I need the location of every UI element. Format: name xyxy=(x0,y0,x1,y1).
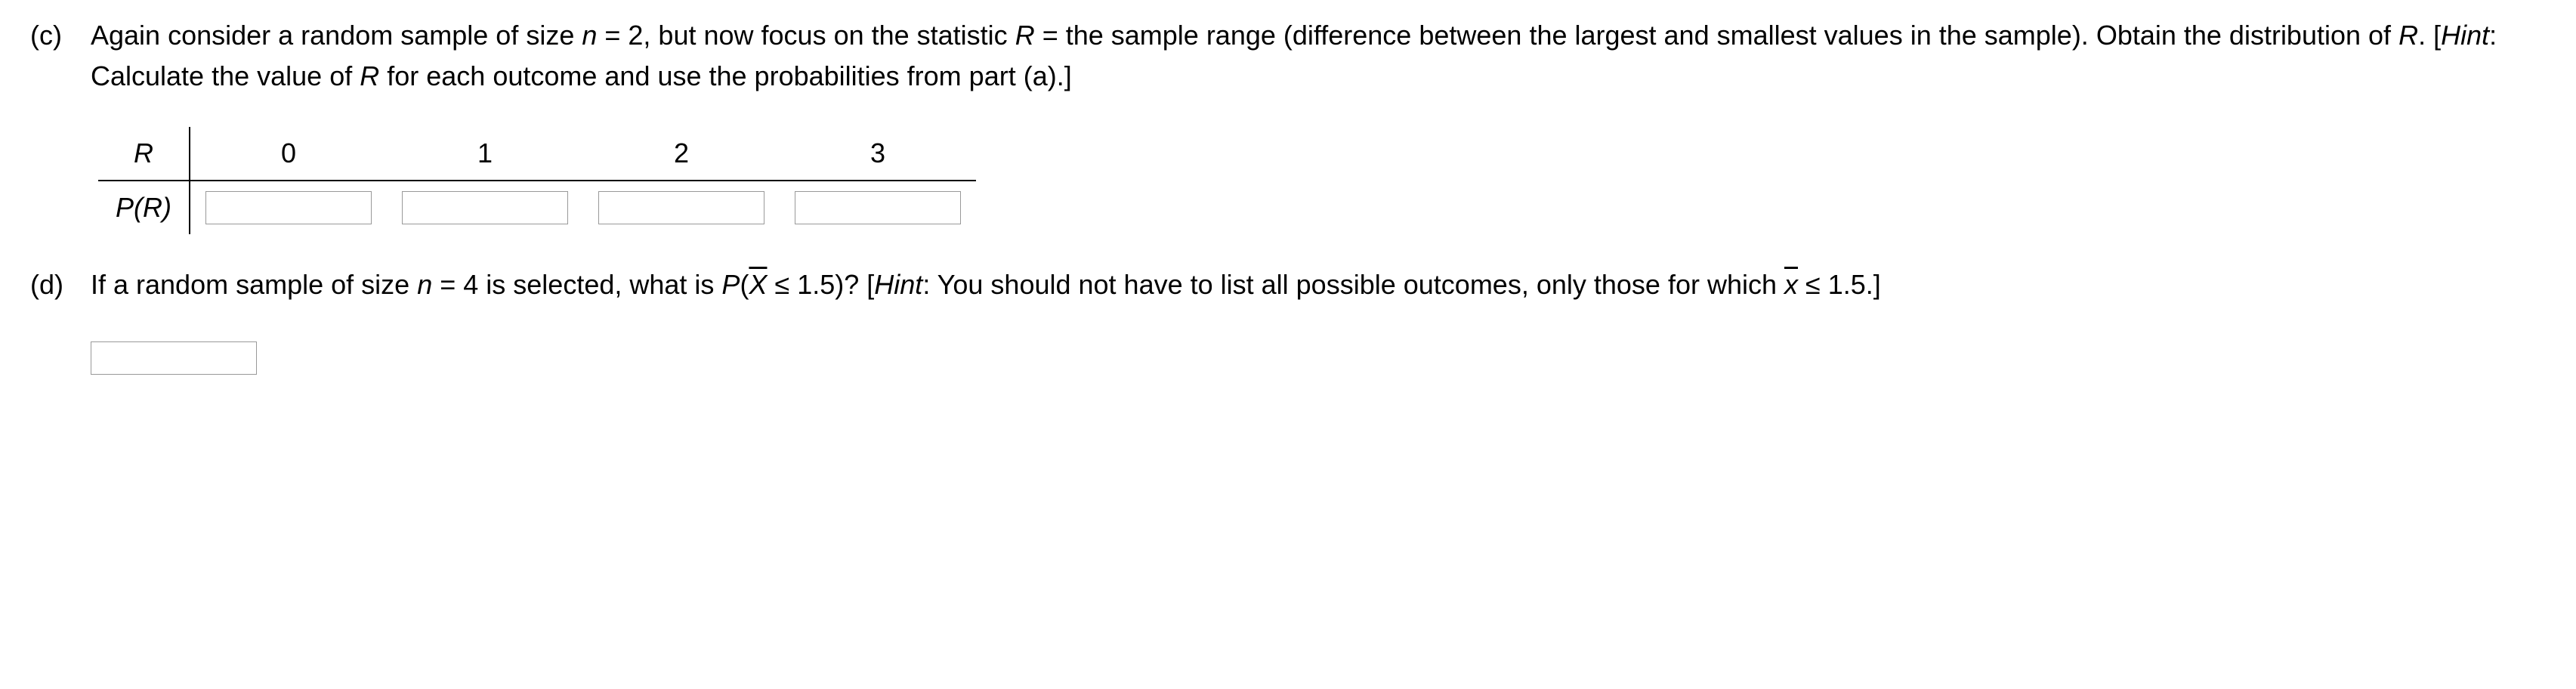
hint-label: Hint xyxy=(2441,20,2489,51)
var-n: n xyxy=(417,269,432,300)
answer-input-row xyxy=(91,335,2546,376)
var-xbar: x xyxy=(1784,269,1798,300)
var-R: R xyxy=(2398,20,2418,51)
header-cell-0: 0 xyxy=(190,127,387,180)
problem-c-prompt: Again consider a random sample of size n… xyxy=(91,15,2546,97)
pr-input-1[interactable] xyxy=(402,191,568,224)
row-label-PR: P(R) xyxy=(98,181,190,234)
problem-c-label: (c) xyxy=(30,15,91,56)
text: ≤ 1.5.] xyxy=(1798,269,1881,300)
problem-c-content: Again consider a random sample of size n… xyxy=(91,15,2546,234)
pr-input-2[interactable] xyxy=(598,191,764,224)
var-Xbar: X xyxy=(749,269,767,300)
input-cell-0 xyxy=(190,184,387,232)
header-cell-3: 3 xyxy=(780,127,976,180)
var-R: R xyxy=(1015,20,1035,51)
problem-d-prompt: If a random sample of size n = 4 is sele… xyxy=(91,264,2546,305)
text: = the sample range (difference between t… xyxy=(1035,20,2398,51)
problem-d-label: (d) xyxy=(30,264,91,305)
distribution-table: R 0 1 2 3 P(R) xyxy=(98,127,976,234)
text: ( xyxy=(740,269,749,300)
var-P: P xyxy=(721,269,740,300)
table-data-row: P(R) xyxy=(98,181,976,234)
pr-input-3[interactable] xyxy=(795,191,961,224)
hint-label: Hint xyxy=(874,269,922,300)
text: : You should not have to list all possib… xyxy=(922,269,1784,300)
problem-c: (c) Again consider a random sample of si… xyxy=(30,15,2546,234)
var-n: n xyxy=(582,20,597,51)
text: for each outcome and use the probabiliti… xyxy=(379,60,1071,91)
text: . [ xyxy=(2418,20,2441,51)
header-cell-2: 2 xyxy=(583,127,780,180)
input-cell-1 xyxy=(387,184,583,232)
pr-input-0[interactable] xyxy=(205,191,372,224)
text: ≤ 1.5)? [ xyxy=(767,269,874,300)
table-header-row: R 0 1 2 3 xyxy=(98,127,976,181)
var-R: R xyxy=(360,60,379,91)
text: = 2, but now focus on the statistic xyxy=(597,20,1015,51)
text: If a random sample of size xyxy=(91,269,417,300)
text: Again consider a random sample of size xyxy=(91,20,582,51)
input-cell-3 xyxy=(780,184,976,232)
problem-d: (d) If a random sample of size n = 4 is … xyxy=(30,264,2546,376)
row-label-R: R xyxy=(98,127,190,180)
part-d-answer-input[interactable] xyxy=(91,341,257,375)
header-cell-1: 1 xyxy=(387,127,583,180)
text: = 4 is selected, what is xyxy=(432,269,721,300)
input-cell-2 xyxy=(583,184,780,232)
problem-d-content: If a random sample of size n = 4 is sele… xyxy=(91,264,2546,376)
